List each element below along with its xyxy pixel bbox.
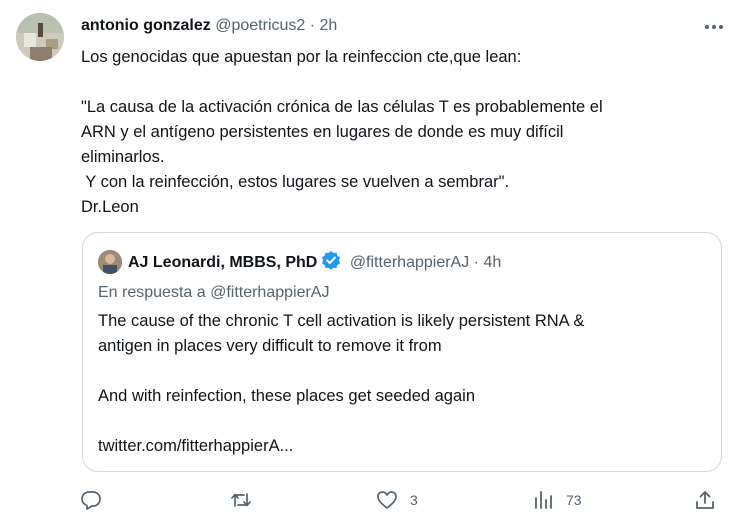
quoted-text-line: And with reinfection, these places get s… xyxy=(98,387,476,405)
retweet-icon xyxy=(230,489,252,511)
tweet-text-line: Y con la reinfección, estos lugares se v… xyxy=(81,173,510,191)
tweet-header: antonio gonzalez @poetricus2 · 2h xyxy=(81,15,337,37)
tweet-text-line: "La causa de la activación crónica de la… xyxy=(81,98,603,116)
author-avatar[interactable] xyxy=(16,13,64,61)
reply-bubble-icon xyxy=(80,489,102,511)
reply-button[interactable] xyxy=(80,485,114,515)
views-count: 73 xyxy=(566,492,582,508)
retweet-button[interactable] xyxy=(230,485,264,515)
quoted-header: AJ Leonardi, MBBS, PhD @fitterhappierAJ … xyxy=(128,250,501,278)
author-name[interactable]: antonio gonzalez xyxy=(81,17,211,34)
views-button[interactable]: 73 xyxy=(532,485,582,515)
quoted-author-name[interactable]: AJ Leonardi, MBBS, PhD xyxy=(128,254,317,271)
tweet-text-line: ARN y el antígeno persistentes en lugare… xyxy=(81,123,564,141)
tweet-text: Los genocidas que apuestan por la reinfe… xyxy=(81,45,721,220)
more-dots-icon[interactable] xyxy=(700,15,728,39)
share-icon xyxy=(694,489,716,511)
like-button[interactable]: 3 xyxy=(376,485,418,515)
separator-dot: · xyxy=(309,17,316,34)
like-count: 3 xyxy=(410,492,418,508)
tweet-text-line: Dr.Leon xyxy=(81,198,139,216)
share-button[interactable] xyxy=(694,485,716,515)
quoted-text-line: The cause of the chronic T cell activati… xyxy=(98,312,585,330)
heart-icon xyxy=(376,489,398,511)
action-bar: 3 73 xyxy=(0,485,736,515)
separator-dot: · xyxy=(473,254,479,271)
reply-context: En respuesta a @fitterhappierAJ xyxy=(98,284,330,301)
tweet-time[interactable]: 2h xyxy=(320,17,338,34)
quoted-text-line xyxy=(98,409,708,434)
tweet-text-line xyxy=(81,70,721,95)
quoted-text-line: antigen in places very difficult to remo… xyxy=(98,337,442,355)
quoted-tweet[interactable]: AJ Leonardi, MBBS, PhD @fitterhappierAJ … xyxy=(82,232,722,472)
tweet-text-line: eliminarlos. xyxy=(81,148,165,166)
views-bar-chart-icon xyxy=(532,489,554,511)
author-handle[interactable]: @poetricus2 xyxy=(215,17,305,34)
quoted-author-avatar[interactable] xyxy=(98,250,122,274)
verified-badge-icon xyxy=(321,250,341,278)
tweet-text-line: Los genocidas que apuestan por la reinfe… xyxy=(81,48,522,66)
quoted-author-handle[interactable]: @fitterhappierAJ xyxy=(350,254,469,271)
quoted-text-line xyxy=(98,359,708,384)
quoted-time[interactable]: 4h xyxy=(483,254,501,271)
quoted-link[interactable]: twitter.com/fitterhappierA... xyxy=(98,434,708,459)
quoted-text: The cause of the chronic T cell activati… xyxy=(98,309,708,459)
